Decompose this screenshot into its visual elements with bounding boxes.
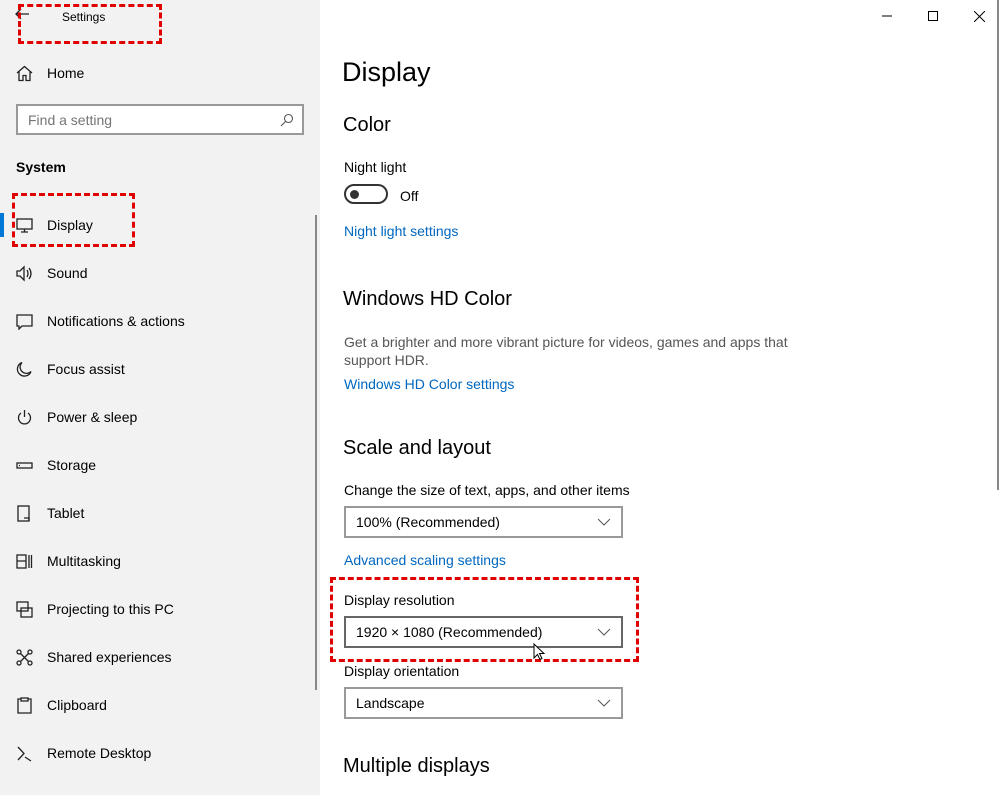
- sidebar-item-tablet[interactable]: Tablet: [0, 493, 300, 533]
- sidebar-item-display[interactable]: Display: [0, 205, 300, 245]
- sidebar-item-remote-desktop[interactable]: Remote Desktop: [0, 733, 300, 773]
- sidebar: Settings Home System DisplaySoundNotific…: [0, 0, 320, 795]
- sidebar-item-label: Notifications & actions: [47, 313, 185, 329]
- sidebar-item-label: Shared experiences: [47, 649, 172, 665]
- section-heading-hdr: Windows HD Color: [343, 288, 512, 310]
- page-title: Display: [342, 57, 431, 87]
- sidebar-item-label: Display: [47, 217, 93, 233]
- advanced-scaling-link[interactable]: Advanced scaling settings: [344, 552, 506, 568]
- orientation-value: Landscape: [356, 695, 425, 711]
- sidebar-item-label: Projecting to this PC: [47, 601, 174, 617]
- scale-dropdown[interactable]: 100% (Recommended): [344, 506, 623, 538]
- minimize-button[interactable]: [864, 0, 910, 32]
- mouse-cursor-icon: [533, 643, 545, 661]
- tablet-icon: [0, 504, 47, 522]
- close-button[interactable]: [956, 0, 1002, 32]
- sidebar-item-home[interactable]: Home: [0, 53, 300, 93]
- search-box[interactable]: [16, 104, 304, 135]
- toggle-knob: [350, 190, 359, 199]
- search-icon: [280, 113, 294, 127]
- section-heading-multiple-displays: Multiple displays: [343, 755, 490, 777]
- chevron-down-icon: [597, 628, 611, 636]
- sidebar-item-multitasking[interactable]: Multitasking: [0, 541, 300, 581]
- night-light-settings-link[interactable]: Night light settings: [344, 223, 458, 239]
- sidebar-item-storage[interactable]: Storage: [0, 445, 300, 485]
- main-content: Display Color Night light Off Night ligh…: [320, 0, 1003, 795]
- sidebar-item-label: Storage: [47, 457, 97, 473]
- home-label: Home: [47, 65, 85, 81]
- share-icon: [0, 648, 47, 666]
- section-heading-system: System: [16, 159, 66, 175]
- maximize-icon: [928, 11, 938, 21]
- monitor-icon: [0, 217, 47, 234]
- orientation-label: Display orientation: [344, 663, 460, 679]
- resolution-value: 1920 × 1080 (Recommended): [356, 624, 543, 640]
- sidebar-item-shared-experiences[interactable]: Shared experiences: [0, 637, 300, 677]
- sidebar-item-clipboard[interactable]: Clipboard: [0, 685, 300, 725]
- multitasking-icon: [0, 553, 47, 570]
- maximize-button[interactable]: [910, 0, 956, 32]
- home-icon: [0, 65, 47, 82]
- main-scrollbar[interactable]: [997, 0, 999, 490]
- notification-icon: [0, 313, 47, 330]
- search-input[interactable]: [28, 111, 268, 128]
- chevron-down-icon: [597, 518, 611, 526]
- sidebar-scrollbar[interactable]: [315, 215, 317, 690]
- close-icon: [973, 10, 985, 22]
- night-light-state: Off: [400, 188, 419, 204]
- moon-icon: [0, 361, 47, 378]
- sidebar-item-power-sleep[interactable]: Power & sleep: [0, 397, 300, 437]
- sidebar-item-label: Power & sleep: [47, 409, 138, 425]
- sidebar-item-notifications-actions[interactable]: Notifications & actions: [0, 301, 300, 341]
- hdr-description: Get a brighter and more vibrant picture …: [344, 334, 788, 368]
- night-light-label: Night light: [344, 159, 407, 175]
- resolution-label: Display resolution: [344, 592, 455, 608]
- resolution-dropdown[interactable]: 1920 × 1080 (Recommended): [344, 616, 623, 648]
- night-light-toggle[interactable]: [344, 184, 388, 204]
- section-heading-scale: Scale and layout: [343, 437, 491, 459]
- speaker-icon: [0, 264, 47, 282]
- sidebar-item-label: Sound: [47, 265, 88, 281]
- sidebar-item-label: Focus assist: [47, 361, 125, 377]
- chevron-down-icon: [597, 699, 611, 707]
- scale-value: 100% (Recommended): [356, 514, 500, 530]
- sidebar-item-sound[interactable]: Sound: [0, 253, 300, 293]
- minimize-icon: [882, 15, 892, 17]
- highlight-title: [18, 4, 162, 44]
- sidebar-item-focus-assist[interactable]: Focus assist: [0, 349, 300, 389]
- remote-desktop-icon: [0, 745, 47, 762]
- sidebar-item-label: Remote Desktop: [47, 745, 152, 761]
- sidebar-item-label: Tablet: [47, 505, 85, 521]
- sidebar-item-label: Clipboard: [47, 697, 107, 713]
- size-label: Change the size of text, apps, and other…: [344, 482, 630, 498]
- sidebar-item-projecting-to-this-pc[interactable]: Projecting to this PC: [0, 589, 300, 629]
- sidebar-item-label: Multitasking: [47, 553, 121, 569]
- orientation-dropdown[interactable]: Landscape: [344, 687, 623, 719]
- power-icon: [0, 409, 47, 426]
- projector-icon: [0, 600, 47, 618]
- hdr-settings-link[interactable]: Windows HD Color settings: [344, 376, 514, 392]
- storage-icon: [0, 457, 47, 474]
- clipboard-icon: [0, 696, 47, 714]
- section-heading-color: Color: [343, 114, 391, 136]
